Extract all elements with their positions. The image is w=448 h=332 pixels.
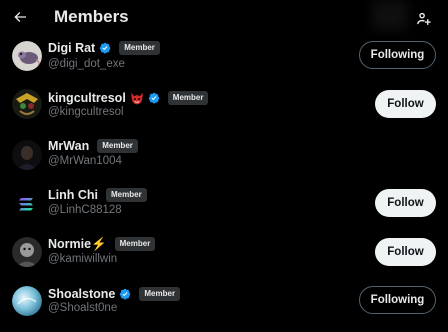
following-button[interactable]: Following: [359, 286, 436, 314]
member-handle: @digi_dot_exe: [48, 58, 125, 70]
member-row-shoalstone[interactable]: Shoalstone Member @Shoalst0ne Following: [0, 277, 448, 325]
name-line: Linh Chi Member: [48, 187, 147, 203]
member-name[interactable]: Linh Chi: [48, 188, 98, 202]
blurred-overlay: [372, 0, 408, 30]
avatar[interactable]: [12, 41, 42, 71]
devil-mask-icon: [130, 92, 143, 104]
name-line: kingcultresol Member: [48, 90, 209, 106]
name-line: Shoalstone Member: [48, 286, 181, 302]
member-name[interactable]: Normie⚡: [48, 237, 107, 252]
verified-badge-icon: [100, 42, 111, 54]
member-row-normie[interactable]: Normie⚡ Member @kamiwillwin Follow: [0, 228, 448, 276]
avatar[interactable]: [12, 89, 42, 119]
member-badge: Member: [97, 139, 138, 153]
member-handle: @MrWan1004: [48, 155, 122, 167]
name-line: Digi Rat Member: [48, 40, 160, 56]
arrow-left-icon: [14, 12, 26, 22]
add-member-button[interactable]: [412, 7, 434, 29]
verified-badge-icon: [120, 288, 131, 300]
member-row-kingcultresol[interactable]: kingcultresol Member @kingcultresol Foll…: [0, 81, 448, 129]
member-badge: Member: [139, 287, 181, 301]
follow-button[interactable]: Follow: [375, 90, 436, 118]
avatar[interactable]: [12, 286, 42, 316]
member-name[interactable]: Shoalstone: [48, 287, 115, 301]
follow-button[interactable]: Follow: [375, 189, 436, 217]
member-badge: Member: [106, 188, 147, 202]
page-title: Members: [54, 7, 129, 26]
avatar[interactable]: [12, 189, 42, 219]
member-handle: @Shoalst0ne: [48, 302, 118, 314]
member-name[interactable]: Digi Rat: [48, 41, 95, 55]
name-line: MrWan Member: [48, 138, 138, 154]
back-button[interactable]: [8, 5, 32, 29]
member-name[interactable]: kingcultresol: [48, 91, 126, 105]
member-handle: @LinhC88128: [48, 204, 122, 216]
avatar[interactable]: [12, 140, 42, 170]
verified-badge-icon: [148, 92, 160, 104]
follow-button[interactable]: Follow: [375, 238, 436, 266]
member-badge: Member: [119, 41, 160, 55]
member-handle: @kingcultresol: [48, 106, 124, 118]
member-row-mrwan[interactable]: MrWan Member @MrWan1004: [0, 130, 448, 178]
member-badge: Member: [114, 237, 156, 251]
following-button[interactable]: Following: [359, 41, 436, 69]
member-handle: @kamiwillwin: [48, 253, 118, 265]
header: Members: [0, 0, 448, 34]
name-line: Normie⚡ Member: [48, 236, 156, 252]
member-badge: Member: [167, 91, 209, 105]
avatar[interactable]: [12, 237, 42, 267]
member-row-digi-rat[interactable]: Digi Rat Member @digi_dot_exe Following: [0, 32, 448, 80]
add-user-icon: [416, 12, 431, 25]
member-row-linh-chi[interactable]: Linh Chi Member @LinhC88128 Follow: [0, 179, 448, 227]
member-name[interactable]: MrWan: [48, 139, 89, 153]
